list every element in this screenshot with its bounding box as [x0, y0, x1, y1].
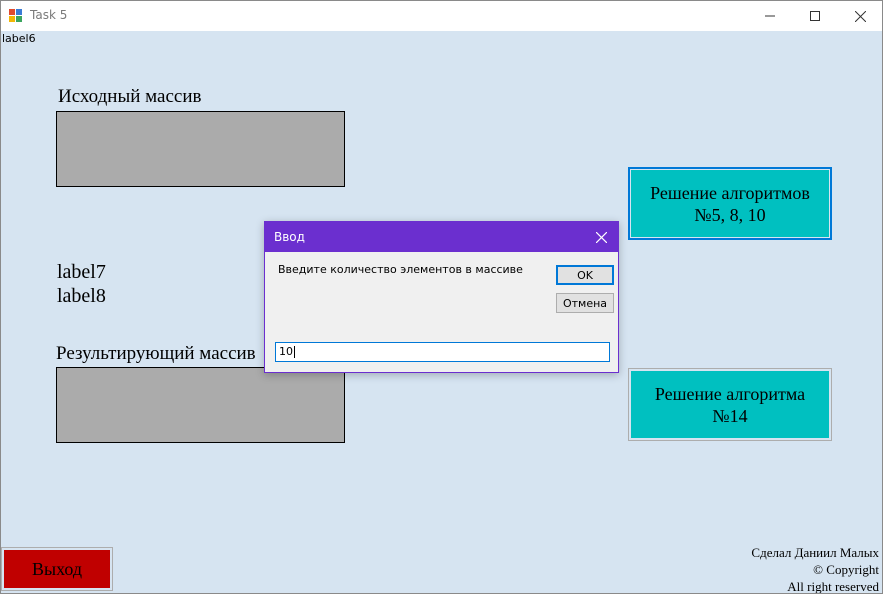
label7: label7 [57, 261, 106, 283]
result-array-box [56, 367, 345, 443]
copyright-rights: All right reserved [787, 579, 879, 594]
title-bar[interactable]: Task 5 [1, 1, 882, 31]
algorithm-14-button[interactable]: Решение алгоритма №14 [628, 368, 832, 441]
label7-label8: label7 label8 [57, 260, 106, 308]
close-icon [854, 10, 866, 22]
input-dialog: Ввод Введите количество элементов в масс… [264, 221, 619, 373]
maximize-button[interactable] [792, 1, 838, 31]
minimize-icon [765, 15, 775, 17]
label8: label8 [57, 285, 106, 307]
label6: label6 [2, 32, 36, 45]
cancel-button[interactable]: Отмена [556, 293, 614, 313]
dialog-title-bar[interactable]: Ввод [265, 222, 618, 252]
dialog-close-button[interactable] [590, 227, 612, 247]
close-button[interactable] [837, 1, 882, 31]
element-count-value: 10 [279, 345, 293, 358]
app-icon [9, 9, 23, 23]
source-array-box [56, 111, 345, 187]
dialog-prompt: Введите количество элементов в массиве [278, 263, 523, 276]
result-array-caption: Результирующий массив [56, 343, 256, 364]
dialog-title: Ввод [274, 230, 305, 244]
app-window: Task 5 label6 Исходный массив label7 lab… [0, 0, 883, 594]
text-caret [294, 346, 295, 358]
algorithms-5-8-10-button[interactable]: Решение алгоритмов №5, 8, 10 [628, 167, 832, 240]
maximize-icon [810, 11, 820, 21]
copyright-author: Сделал Даниил Малых [751, 545, 879, 560]
copyright-line: © Copyright [813, 562, 879, 577]
source-array-caption: Исходный массив [58, 86, 202, 107]
exit-button[interactable]: Выход [1, 547, 113, 591]
element-count-input[interactable]: 10 [275, 342, 610, 362]
dialog-close-icon [595, 231, 607, 243]
ok-button[interactable]: OK [556, 265, 614, 285]
copyright-label: Сделал Даниил Малых © Copyright All righ… [751, 544, 879, 594]
window-title: Task 5 [30, 8, 68, 22]
minimize-button[interactable] [747, 1, 793, 31]
